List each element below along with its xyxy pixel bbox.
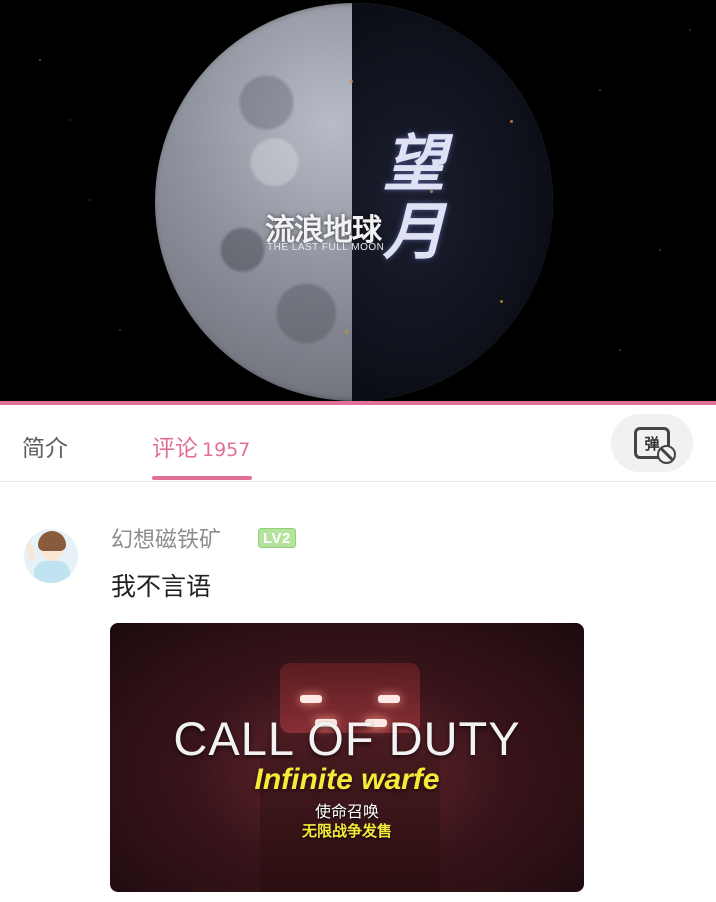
tab-comments[interactable]: 评论 1957 — [152, 429, 250, 481]
danmaku-toggle-button[interactable]: 弹 — [611, 414, 693, 472]
avatar[interactable] — [24, 529, 78, 583]
tab-comments-label: 评论 — [152, 436, 198, 462]
city-light — [500, 300, 503, 303]
robot-light — [378, 695, 400, 703]
danmaku-off-icon: 弹 — [634, 427, 676, 464]
avatar-body — [34, 561, 70, 583]
comment-username[interactable]: 幻想磁铁矿 — [111, 522, 221, 554]
tab-intro[interactable]: 简介 — [22, 429, 68, 463]
active-tab-indicator — [152, 476, 252, 480]
image-cn-line1: 使命召唤 — [314, 802, 379, 821]
avatar-hair — [38, 531, 66, 551]
comment-text: 我不言语 — [111, 572, 212, 601]
video-title-en: THE LAST FULL MOON — [267, 242, 385, 253]
avatar-arm — [25, 542, 37, 562]
robot-light — [300, 695, 322, 703]
tab-bar: 简介 评论 1957 弹 — [0, 405, 716, 482]
video-player[interactable]: 流浪地球 THE LAST FULL MOON 望月 — [0, 0, 716, 403]
comment-image[interactable]: CALL OF DUTY Infinite warfe 使命召唤 无限战争发售 — [110, 623, 584, 892]
video-title-stylized: 望月 — [383, 127, 446, 268]
image-subline: Infinite warfe — [254, 763, 440, 796]
image-cn-line2: 无限战争发售 — [301, 822, 392, 840]
city-light — [345, 330, 348, 333]
tab-comments-count: 1957 — [202, 439, 251, 461]
image-headline: CALL OF DUTY — [173, 712, 521, 765]
disabled-icon — [657, 445, 676, 464]
city-light — [510, 120, 513, 123]
user-level-badge: LV2 — [258, 528, 296, 548]
city-light — [350, 80, 353, 83]
